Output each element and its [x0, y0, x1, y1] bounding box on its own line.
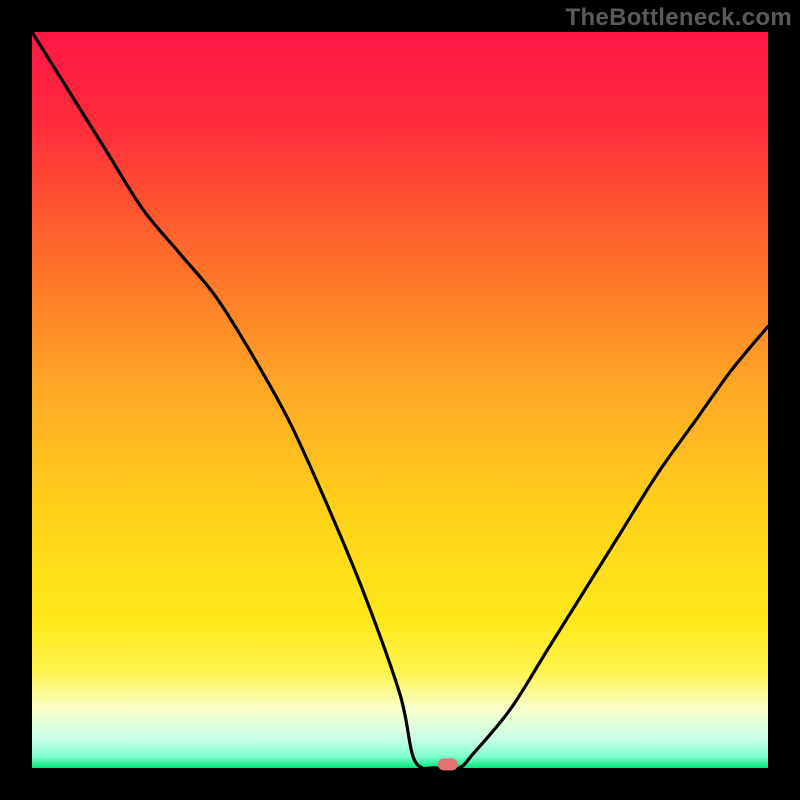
bottleneck-chart: TheBottleneck.com — [0, 0, 800, 800]
chart-svg — [0, 0, 800, 800]
watermark-text: TheBottleneck.com — [566, 4, 792, 32]
optimum-marker — [438, 758, 458, 770]
plot-background — [32, 32, 768, 768]
